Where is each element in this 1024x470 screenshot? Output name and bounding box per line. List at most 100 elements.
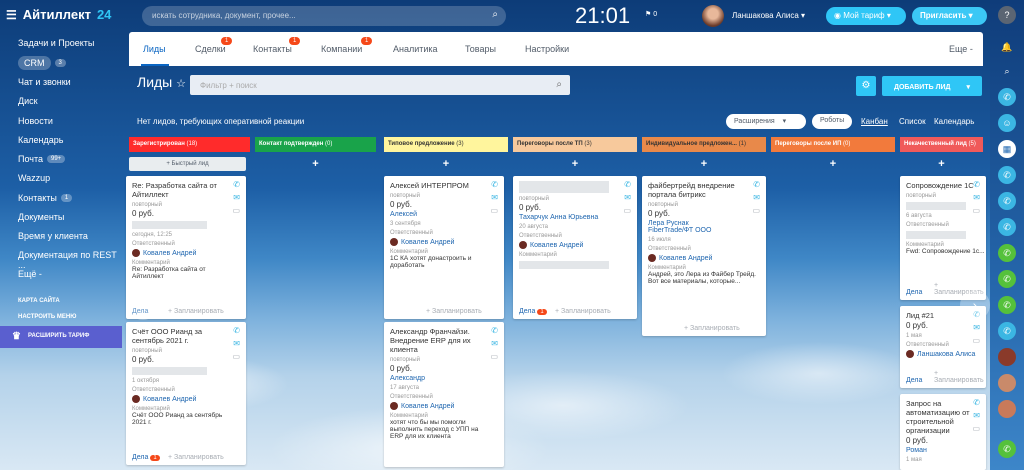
mail-icon[interactable]: ✉ — [973, 193, 980, 202]
star-icon[interactable]: ☆ — [176, 78, 186, 90]
tab-analytics[interactable]: Аналитика — [393, 44, 438, 54]
responsible-person[interactable]: Ковалев Андрей — [132, 249, 240, 257]
lead-card[interactable]: ✆ ✉ ▭ файбертрейд внедрение портала битрик… — [642, 176, 766, 336]
chat-icon[interactable]: ✆ — [998, 218, 1016, 236]
mail-icon[interactable]: ✉ — [624, 193, 631, 202]
tab-contacts[interactable]: Контакты 1 — [253, 37, 301, 54]
tab-products[interactable]: Товары — [465, 44, 496, 54]
filter-input[interactable]: Фильтр + поиск ⌕ — [190, 75, 570, 95]
column-header[interactable]: Переговоры после ИП (0) — [771, 137, 895, 152]
menu-item-crm[interactable]: CRM 3 — [18, 56, 66, 70]
tab-deals[interactable]: Сделки 1 — [195, 37, 233, 54]
chat-icon[interactable]: ▭ — [232, 206, 240, 215]
view-kanban[interactable]: Канбан — [861, 117, 888, 126]
chat-icon[interactable]: ✆ — [998, 192, 1016, 210]
add-card-button[interactable]: + — [255, 158, 376, 172]
card-contact[interactable]: Роман — [906, 447, 980, 454]
mail-icon[interactable]: ✉ — [973, 323, 980, 332]
column-header[interactable]: Зарегистрирован (18) — [129, 137, 250, 152]
scroll-right-arrow[interactable]: › — [960, 290, 990, 320]
tab-companies[interactable]: Компании 1 — [321, 37, 373, 54]
column-header[interactable]: Некачественный лид (5) — [900, 137, 983, 152]
menu-item-chat[interactable]: Чат и звонки — [18, 77, 71, 87]
chat-icon[interactable]: ✆ — [998, 322, 1016, 340]
invite-button[interactable]: Пригласить ▾ — [912, 7, 987, 25]
flag-counter[interactable]: ⚑ 0 — [645, 10, 657, 18]
add-card-button[interactable]: + — [771, 158, 895, 172]
lead-card[interactable]: ✆ ✉ ▭ Сопровождение 1С повторный 6 августа… — [900, 176, 986, 300]
plan-link[interactable]: + Запланировать — [555, 308, 611, 315]
responsible-person[interactable]: Ланшакова Алиса — [906, 350, 980, 358]
card-title[interactable]: Счёт ООО Рианд за сентябрь 2021 г. — [132, 327, 227, 345]
menu-item-calendar[interactable]: Календарь — [18, 135, 63, 145]
chat-icon[interactable]: ▭ — [623, 206, 631, 215]
add-card-button[interactable]: + — [513, 158, 637, 172]
menu-item-contacts[interactable]: Контакты 1 — [18, 193, 73, 203]
responsible-person[interactable]: Ковалев Андрей — [132, 395, 240, 403]
phone-icon[interactable]: ✆ — [998, 88, 1016, 106]
add-card-button[interactable]: + — [642, 158, 766, 172]
card-title[interactable]: Re: Разработка сайта от Айтиллект — [132, 181, 227, 199]
card-contact[interactable]: Александр — [390, 375, 498, 382]
chat-icon[interactable]: ✆ — [998, 166, 1016, 184]
chat-icon[interactable]: ▭ — [972, 336, 980, 345]
mail-icon[interactable]: ✉ — [973, 411, 980, 420]
plan-link[interactable]: + Запланировать — [934, 370, 986, 384]
user-name[interactable]: Ланшакова Алиса ▾ — [732, 11, 805, 20]
whatsapp-icon[interactable]: ✆ — [998, 296, 1016, 314]
search-icon[interactable]: ⌕ — [998, 62, 1016, 80]
menu-item-tasks[interactable]: Задачи и Проекты — [18, 38, 94, 48]
plan-link[interactable]: + Запланировать — [168, 308, 224, 315]
chat-icon[interactable]: ▭ — [490, 352, 498, 361]
add-card-button[interactable]: + — [900, 158, 983, 172]
setup-menu-link[interactable]: НАСТРОИТЬ МЕНЮ — [18, 314, 76, 320]
whatsapp-icon[interactable]: ✆ — [998, 244, 1016, 262]
responsible-person[interactable]: Ковалев Андрей — [390, 238, 498, 246]
menu-item-more[interactable]: Ещё - — [18, 269, 42, 279]
card-contact[interactable]: Алексей — [390, 211, 498, 218]
phone-icon[interactable]: ✆ — [624, 180, 631, 189]
mail-icon[interactable]: ✉ — [491, 339, 498, 348]
plan-link[interactable]: + Запланировать — [426, 308, 482, 315]
menu-item-rest-docs[interactable]: Документация по REST ... — [18, 250, 122, 270]
mail-icon[interactable]: ✉ — [491, 193, 498, 202]
call-icon[interactable]: ✆ — [998, 440, 1016, 458]
column-header[interactable]: Индивидуальное предложен... (1) — [642, 137, 766, 152]
card-contact[interactable]: Лера Руснак — [648, 220, 760, 227]
add-card-button[interactable]: + — [384, 158, 508, 172]
column-header[interactable]: Переговоры после ТП (3) — [513, 137, 637, 152]
robots-button[interactable]: Роботы — [812, 114, 853, 129]
avatar[interactable] — [998, 374, 1016, 392]
phone-icon[interactable]: ✆ — [491, 180, 498, 189]
sitemap-link[interactable]: КАРТА САЙТА — [18, 298, 60, 304]
menu-item-client-time[interactable]: Время у клиента — [18, 231, 88, 241]
card-title[interactable]: файбертрейд внедрение портала битрикс — [648, 181, 743, 199]
deals-link[interactable]: Дела — [906, 377, 922, 384]
search-icon[interactable]: ⌕ — [556, 79, 562, 90]
phone-icon[interactable]: ✆ — [753, 180, 760, 189]
user-avatar[interactable] — [702, 5, 724, 27]
chat-icon[interactable]: ▭ — [232, 352, 240, 361]
deals-link[interactable]: Дела 1 — [519, 308, 547, 315]
my-tariff-button[interactable]: ◉ Мой тариф ▾ — [826, 7, 906, 25]
app-logo[interactable]: ☰ Айтиллект 24 — [6, 7, 111, 22]
avatar[interactable] — [998, 400, 1016, 418]
phone-icon[interactable]: ✆ — [973, 180, 980, 189]
card-title[interactable]: Алексей ИНТЕРПРОМ — [390, 181, 485, 190]
plan-link[interactable]: + Запланировать — [684, 325, 740, 332]
mail-icon[interactable]: ✉ — [233, 339, 240, 348]
chat-icon[interactable]: ▭ — [972, 424, 980, 433]
column-header[interactable]: Типовое предложение (3) — [384, 137, 508, 152]
chevron-down-icon[interactable]: ▾ — [966, 84, 970, 91]
chat-icon[interactable]: ▭ — [490, 206, 498, 215]
quick-lead-button[interactable]: + Быстрый лид — [129, 157, 246, 171]
lead-card[interactable]: ✆ ✉ ▭ Запрос на автоматизацию от строитель… — [900, 394, 986, 470]
lead-card[interactable]: ✆ ✉ ▭ Счёт ООО Рианд за сентябрь 2021 г. п… — [126, 322, 246, 465]
avatar[interactable] — [998, 348, 1016, 366]
phone-icon[interactable]: ✆ — [233, 326, 240, 335]
card-company[interactable]: FiberTrade/ФТ ООО — [648, 227, 760, 234]
menu-item-documents[interactable]: Документы — [18, 212, 64, 222]
view-calendar[interactable]: Календарь — [934, 117, 974, 126]
scroll-left-arrow[interactable]: ‹ — [128, 290, 158, 320]
chat-icon[interactable]: ▭ — [972, 206, 980, 215]
